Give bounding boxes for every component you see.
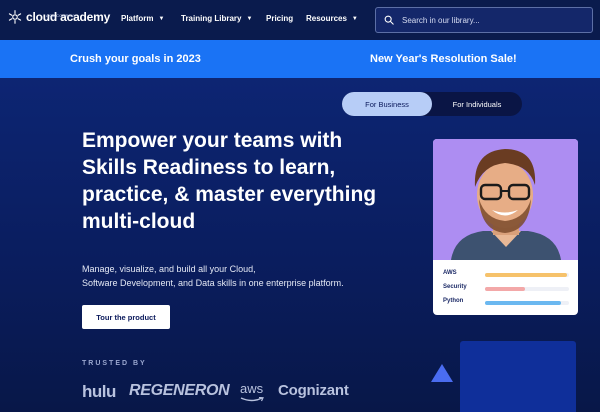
tab-for-individuals[interactable]: For Individuals [432, 92, 522, 116]
hero-subtext-line: Manage, visualize, and build all your Cl… [82, 264, 256, 274]
skill-row-python: Python [443, 298, 571, 308]
nav-item-label: Resources [306, 14, 347, 23]
tab-for-business[interactable]: For Business [342, 92, 432, 116]
search-box[interactable] [375, 7, 593, 33]
skill-label: AWS [443, 270, 457, 276]
skill-label: Python [443, 298, 464, 304]
brand-tagline: A QA COMPANY [46, 13, 77, 18]
top-navigation: cloud academy A QA COMPANY Platform ▼ Tr… [0, 0, 600, 40]
tour-the-product-button[interactable]: Tour the product [82, 305, 170, 329]
search-icon [384, 15, 394, 25]
nav-item-label: Platform [121, 14, 154, 23]
cognizant-logo: Cognizant [278, 382, 349, 399]
nav-item-platform[interactable]: Platform ▼ [121, 14, 164, 23]
skill-track [485, 273, 569, 277]
caret-down-icon: ▼ [246, 15, 253, 22]
search-input[interactable] [402, 15, 582, 25]
skills-profile-card: AWS Security Python [433, 139, 578, 315]
promo-banner[interactable]: Crush your goals in 2023 New Year's Reso… [0, 40, 600, 78]
skill-track [485, 301, 569, 305]
smiling-man-avatar-icon [433, 139, 578, 260]
nav-item-training-library[interactable]: Training Library ▼ [181, 14, 252, 23]
nav-item-label: Training Library [181, 14, 242, 23]
skill-label: Security [443, 284, 467, 290]
profile-photo [433, 139, 578, 260]
skill-row-security: Security [443, 284, 571, 294]
hero-headline: Empower your teams with Skills Readiness… [82, 129, 377, 233]
audience-toggle: For Business For Individuals [342, 92, 522, 116]
hero-subtext: Manage, visualize, and build all your Cl… [82, 262, 402, 290]
regeneron-logo: REGENERON [129, 382, 230, 399]
skill-track [485, 287, 569, 291]
decorative-panel [460, 341, 576, 412]
nav-item-pricing[interactable]: Pricing [266, 14, 293, 23]
promo-left-text: Crush your goals in 2023 [70, 53, 201, 65]
skill-row-aws: AWS [443, 270, 571, 280]
skill-level-fill [485, 287, 526, 291]
aws-smile-icon [240, 397, 264, 402]
skill-level-fill [485, 273, 568, 277]
caret-down-icon: ▼ [158, 15, 165, 22]
hulu-logo: hulu [82, 382, 116, 401]
caret-down-icon: ▼ [351, 15, 358, 22]
skill-level-fill [485, 301, 561, 305]
snowflake-icon [8, 10, 22, 24]
hero-subtext-line: Software Development, and Data skills in… [82, 278, 344, 288]
trusted-by-label: TRUSTED BY [82, 360, 147, 367]
nav-item-resources[interactable]: Resources ▼ [306, 14, 358, 23]
promo-right-text: New Year's Resolution Sale! [370, 53, 517, 65]
triangle-icon [431, 364, 453, 382]
nav-item-label: Pricing [266, 14, 294, 23]
aws-logo: aws [240, 381, 264, 396]
